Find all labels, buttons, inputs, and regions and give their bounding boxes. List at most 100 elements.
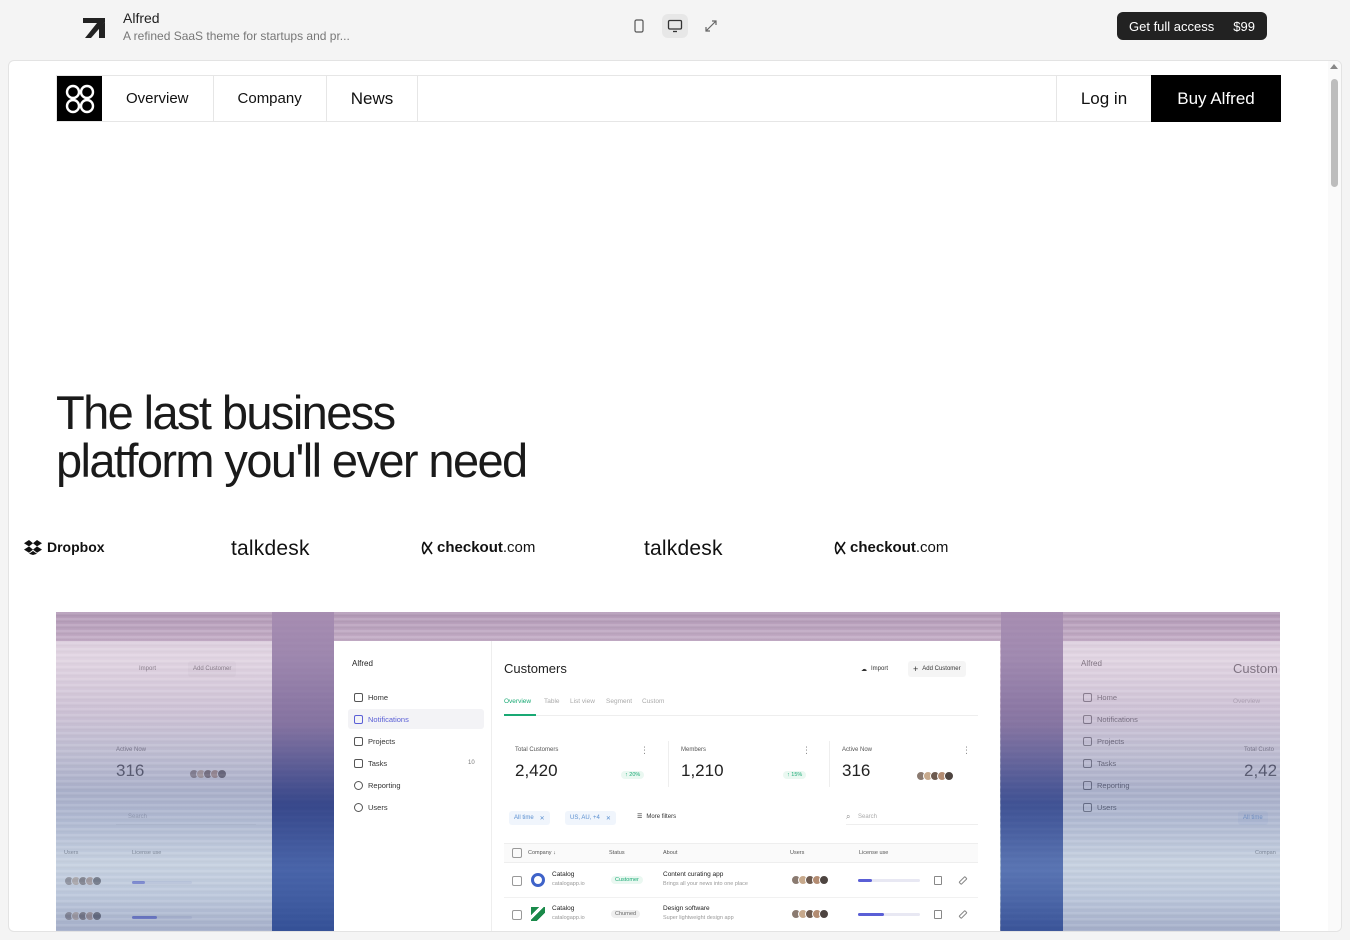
row-checkbox[interactable]	[512, 910, 522, 920]
col-company-label: Company	[528, 850, 552, 856]
ds-nav-reporting[interactable]: Reporting	[348, 775, 484, 795]
stat-active-menu-icon[interactable]: ⋮	[962, 745, 971, 756]
ghost-dashboard-left: Import Add Customer Active Now 316 Searc…	[56, 641, 272, 931]
edit-pencil-icon[interactable]	[958, 909, 968, 920]
stat-separator-2	[829, 741, 830, 787]
close-icon[interactable]: ✕	[606, 815, 611, 822]
ds-nav-tasks-label: Tasks	[368, 758, 388, 768]
tab-segment[interactable]: Segment	[606, 698, 632, 705]
catalog-logo-icon	[531, 907, 545, 921]
product-showcase: Import Add Customer Active Now 316 Searc…	[56, 612, 1280, 931]
trash-icon[interactable]	[934, 910, 942, 919]
checkout-wordmark: checkout	[437, 539, 503, 556]
ds-nav-notifications-label: Notifications	[368, 714, 409, 724]
nav-overview[interactable]: Overview	[102, 76, 214, 121]
scroll-thumb[interactable]	[1331, 79, 1338, 187]
scroll-up-arrow-icon[interactable]	[1330, 64, 1338, 69]
ghost-tab: Overview	[1233, 698, 1261, 705]
tab-overview[interactable]: Overview	[504, 698, 531, 705]
ghost-nav-tasks-label: Tasks	[1097, 758, 1117, 768]
license-bar-fill	[858, 913, 885, 916]
more-filters-button[interactable]: ☰ More filters	[637, 813, 676, 820]
status-badge: Churned	[611, 910, 641, 918]
ghost-stat-value: 2,42	[1244, 761, 1278, 780]
row-avatars	[791, 875, 829, 885]
stat-total-label: Total Customers	[515, 747, 559, 753]
ds-nav-notifications[interactable]: Notifications	[348, 709, 484, 729]
edit-pencil-icon[interactable]	[958, 875, 968, 886]
stat-total-menu-icon[interactable]: ⋮	[640, 745, 649, 756]
scrollbar[interactable]	[1328, 61, 1341, 931]
row-about-sub: Brings all your news into one place	[663, 881, 748, 887]
ds-nav-reporting-label: Reporting	[368, 780, 401, 790]
table-row[interactable]: Catalog catalogapp.io Customer Content c…	[504, 864, 978, 898]
tab-list-view[interactable]: List view	[570, 698, 595, 705]
four-circles-logo-icon	[65, 84, 94, 113]
ghost-nav-reporting-label: Reporting	[1097, 780, 1130, 790]
site-preview-frame: Overview Company News Log in Buy Alfred …	[8, 60, 1342, 932]
showcase-band-left	[272, 612, 334, 931]
filter-chip-all-time[interactable]: All time ✕	[509, 811, 550, 825]
mobile-icon	[634, 19, 644, 33]
hero-headline: The last business platform you'll ever n…	[56, 386, 528, 485]
select-all-checkbox[interactable]	[512, 848, 522, 858]
table-row[interactable]: Catalog catalogapp.io Churned Design sof…	[504, 898, 978, 931]
ghost-chip: All time	[1238, 811, 1268, 825]
customer-logos: Dropbox talkdesk checkout .com talkdesk c…	[9, 531, 1329, 571]
dropbox-wordmark: Dropbox	[47, 539, 105, 555]
ghost-avatars	[189, 769, 227, 779]
add-customer-label: Add Customer	[922, 666, 961, 672]
stat-members-menu-icon[interactable]: ⋮	[802, 745, 811, 756]
chip-all-time-label: All time	[514, 815, 534, 821]
dropbox-logo: Dropbox	[24, 539, 105, 555]
ds-nav-home[interactable]: Home	[348, 687, 484, 707]
ds-nav-users[interactable]: Users	[348, 797, 484, 817]
hero-line-1: The last business	[56, 386, 396, 439]
theme-subtitle: A refined SaaS theme for startups and pr…	[123, 29, 350, 43]
ghost-nav-projects: Projects	[1077, 731, 1213, 751]
desktop-view-button[interactable]	[662, 14, 688, 38]
tabs-underline	[504, 715, 978, 716]
row-checkbox[interactable]	[512, 876, 522, 886]
buy-alfred-button[interactable]: Buy Alfred	[1151, 75, 1281, 122]
ghost-nav-users: Users	[1077, 797, 1213, 817]
search-placeholder: Search	[858, 813, 878, 820]
login-link[interactable]: Log in	[1057, 76, 1151, 121]
cloud-upload-icon: ☁	[861, 666, 867, 673]
showcase-band-right	[1001, 612, 1063, 931]
nav-company[interactable]: Company	[214, 76, 327, 121]
close-icon[interactable]: ✕	[540, 815, 545, 822]
get-full-access-button[interactable]: Get full access $99	[1117, 12, 1267, 40]
import-button[interactable]: ☁ Import	[856, 661, 893, 677]
filter-chip-region[interactable]: US, AU, +4 ✕	[565, 811, 616, 825]
ds-nav-tasks[interactable]: Tasks	[348, 753, 484, 773]
ds-nav-home-label: Home	[368, 692, 389, 702]
trash-icon[interactable]	[934, 876, 942, 885]
nav-news[interactable]: News	[327, 76, 419, 121]
tab-table[interactable]: Table	[544, 698, 560, 705]
fullscreen-button[interactable]	[698, 14, 724, 38]
mobile-view-button[interactable]	[626, 14, 652, 38]
row-company: Catalog	[552, 905, 575, 912]
table-header	[504, 843, 978, 863]
ghost-stat-value: 316	[116, 761, 145, 780]
desktop-icon	[667, 19, 683, 33]
customers-title: Customers	[504, 661, 567, 676]
checkout-logo-2: checkout .com	[834, 539, 948, 556]
ds-nav-users-label: Users	[368, 802, 388, 812]
row-url: catalogapp.io	[552, 881, 585, 887]
add-customer-button[interactable]: + Add Customer	[908, 661, 966, 677]
ghost-title: Custom	[1233, 661, 1278, 676]
ds-nav-projects[interactable]: Projects	[348, 731, 484, 751]
stat-members-change: ↑ 15%	[783, 771, 807, 779]
row-company: Catalog	[552, 871, 575, 878]
pie-chart-icon	[1083, 780, 1092, 790]
nav-spacer	[418, 76, 1057, 121]
site-logo[interactable]	[57, 76, 102, 121]
customers-search-input[interactable]: ⌕ Search	[846, 809, 978, 825]
cta-label: Get full access	[1129, 18, 1215, 34]
col-company[interactable]: Company ↓	[528, 850, 556, 856]
tab-custom[interactable]: Custom	[642, 698, 664, 705]
active-avatars	[916, 771, 954, 781]
ds-tasks-count: 10	[468, 760, 475, 766]
